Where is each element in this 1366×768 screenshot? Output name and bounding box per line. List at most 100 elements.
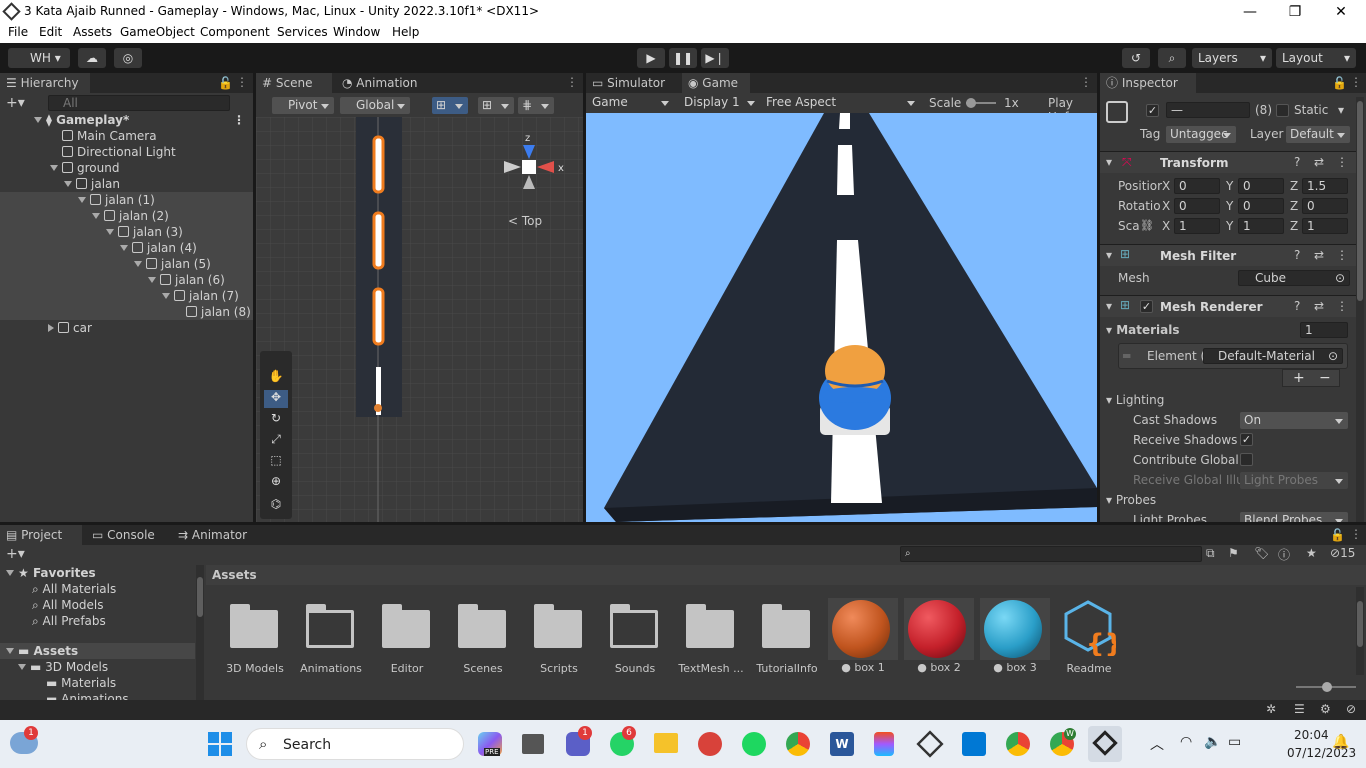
breadcrumb-assets[interactable]: Assets: [212, 568, 257, 582]
vscode-icon[interactable]: [962, 732, 986, 756]
layers-dropdown[interactable]: Layers ▾: [1192, 48, 1272, 68]
more-menu-icon[interactable]: ⋮: [566, 75, 578, 89]
rotation-x-field[interactable]: 0: [1174, 198, 1220, 214]
app-icon[interactable]: [698, 732, 722, 756]
copilot-icon[interactable]: PRE: [478, 732, 502, 756]
tab-scene[interactable]: # Scene: [256, 73, 332, 93]
object-picker-icon[interactable]: ⊙: [1328, 349, 1338, 363]
hierarchy-item-jalan-6[interactable]: jalan (6): [0, 272, 253, 288]
grid-toggle-button[interactable]: ⊞: [478, 97, 514, 114]
tab-animator[interactable]: ⇉ Animator: [172, 525, 262, 545]
active-checkbox[interactable]: ✓: [1146, 104, 1159, 117]
materials-count-field[interactable]: 1: [1300, 322, 1348, 338]
start-button[interactable]: [208, 732, 232, 756]
progress-icon[interactable]: ⊘: [1346, 702, 1356, 716]
menu-services[interactable]: Services: [277, 25, 328, 39]
spotify-icon[interactable]: [742, 732, 766, 756]
history-icon[interactable]: ↺: [1122, 48, 1150, 68]
position-z-field[interactable]: 1.5: [1302, 178, 1348, 194]
play-button[interactable]: ▶: [637, 48, 665, 68]
chevron-up-icon[interactable]: ︿: [1150, 734, 1164, 754]
rect-tool-icon[interactable]: ⬚: [264, 453, 288, 471]
presets-icon[interactable]: ⇄: [1314, 155, 1324, 169]
tab-animation[interactable]: ◔ Animation: [336, 73, 436, 93]
rotation-y-field[interactable]: 0: [1238, 198, 1284, 214]
search-by-type-icon[interactable]: ⧉: [1206, 546, 1215, 561]
lighting-foldout[interactable]: ▾ Lighting: [1106, 393, 1164, 407]
pause-button[interactable]: ❚❚: [669, 48, 697, 68]
transform-header[interactable]: ▾ ⤧ Transform ? ⇄ ⋮: [1100, 151, 1358, 173]
rotate-tool-icon[interactable]: ↻: [264, 411, 288, 429]
more-menu-icon[interactable]: ⋮: [1080, 75, 1092, 89]
search-icon[interactable]: ⌕: [1158, 48, 1186, 68]
chrome-profile-icon[interactable]: [1006, 732, 1030, 756]
hidden-packages-icon[interactable]: ⊘15: [1330, 546, 1355, 560]
component-menu-icon[interactable]: ⋮: [1336, 299, 1348, 313]
battery-icon[interactable]: ▭: [1228, 734, 1241, 750]
cast-shadows-dropdown[interactable]: On: [1240, 412, 1348, 429]
hierarchy-item-jalan-1[interactable]: jalan (1): [0, 192, 253, 208]
static-dropdown-icon[interactable]: ▾: [1338, 103, 1344, 117]
assets-scrollbar[interactable]: [1356, 587, 1364, 675]
favorites-foldout[interactable]: ★ Favorites: [0, 565, 195, 581]
custom-tool-icon[interactable]: ⌬: [264, 497, 288, 515]
global-dropdown[interactable]: Global: [340, 97, 410, 114]
presets-icon[interactable]: ⇄: [1314, 248, 1324, 262]
drag-handle-icon[interactable]: ═: [1123, 349, 1130, 363]
menu-window[interactable]: Window: [333, 25, 380, 39]
cloud-icon[interactable]: ☁: [78, 48, 106, 68]
taskbar-search[interactable]: ⌕ Search: [246, 728, 464, 760]
more-menu-icon[interactable]: ⋮: [1350, 75, 1362, 89]
unity-editor-taskbar[interactable]: [1088, 726, 1122, 762]
presets-icon[interactable]: ⇄: [1314, 299, 1324, 313]
hierarchy-item-ground[interactable]: ground: [0, 160, 253, 176]
menu-help[interactable]: Help: [392, 25, 419, 39]
tab-console[interactable]: ▭ Console: [86, 525, 168, 545]
material-object-field[interactable]: Default-Material ⊙: [1203, 348, 1343, 364]
scene-root-gameplay[interactable]: ⧫ Gameplay* ⋮: [0, 112, 253, 128]
scene-view[interactable]: z x < Top: [256, 117, 583, 522]
lock-icon[interactable]: 🔓: [218, 76, 233, 90]
help-icon[interactable]: ?: [1294, 155, 1300, 169]
minimize-button[interactable]: —: [1227, 1, 1273, 23]
asset-material[interactable]: ● box 3: [980, 598, 1050, 674]
hierarchy-item-jalan-5[interactable]: jalan (5): [0, 256, 253, 272]
move-tool-icon[interactable]: ✥: [264, 390, 288, 408]
scale-z-field[interactable]: 1: [1302, 218, 1348, 234]
mesh-object-field[interactable]: Cube ⊙: [1238, 270, 1350, 286]
hierarchy-item-jalan-8[interactable]: jalan (8): [0, 304, 253, 320]
word-icon[interactable]: W: [830, 732, 854, 756]
mesh-filter-header[interactable]: ▾ ⊞ Mesh Filter ? ⇄ ⋮: [1100, 244, 1358, 266]
transform-tool-icon[interactable]: ⊕: [264, 474, 288, 492]
receive-shadows-checkbox[interactable]: ✓: [1240, 433, 1253, 446]
hierarchy-item-directional-light[interactable]: Directional Light: [0, 144, 253, 160]
scale-x-field[interactable]: 1: [1174, 218, 1220, 234]
menu-assets[interactable]: Assets: [73, 25, 112, 39]
add-element-button[interactable]: +: [1293, 370, 1305, 386]
collab-icon[interactable]: ◎: [114, 48, 142, 68]
tab-game[interactable]: ◉ Game: [682, 73, 750, 93]
static-checkbox[interactable]: [1276, 104, 1289, 117]
wifi-icon[interactable]: ◠: [1180, 734, 1192, 750]
menu-edit[interactable]: Edit: [39, 25, 62, 39]
step-button[interactable]: ▶❘: [701, 48, 729, 68]
create-button[interactable]: +▾: [6, 546, 25, 562]
more-menu-icon[interactable]: ⋮: [236, 75, 248, 89]
figma-icon[interactable]: [874, 732, 894, 756]
hierarchy-item-jalan-7[interactable]: jalan (7): [0, 288, 253, 304]
cache-icon[interactable]: ☰: [1294, 702, 1305, 716]
position-y-field[interactable]: 0: [1238, 178, 1284, 194]
help-icon[interactable]: ?: [1294, 299, 1300, 313]
tab-simulator[interactable]: ▭ Simulator: [586, 73, 678, 93]
menu-gameobject[interactable]: GameObject: [120, 25, 195, 39]
mesh-renderer-enabled-checkbox[interactable]: ✓: [1140, 300, 1153, 313]
scale-slider[interactable]: [966, 98, 996, 108]
hierarchy-item-car[interactable]: car: [0, 320, 253, 336]
component-menu-icon[interactable]: ⋮: [1336, 155, 1348, 169]
grid-snap-button[interactable]: ⊞: [432, 97, 468, 114]
menu-component[interactable]: Component: [200, 25, 270, 39]
unity-hub-icon[interactable]: [916, 730, 944, 758]
tree-3d-models[interactable]: ▬ 3D Models: [0, 659, 195, 675]
clock-time[interactable]: 20:04: [1294, 728, 1329, 742]
game-mode-dropdown[interactable]: Game: [588, 94, 674, 111]
